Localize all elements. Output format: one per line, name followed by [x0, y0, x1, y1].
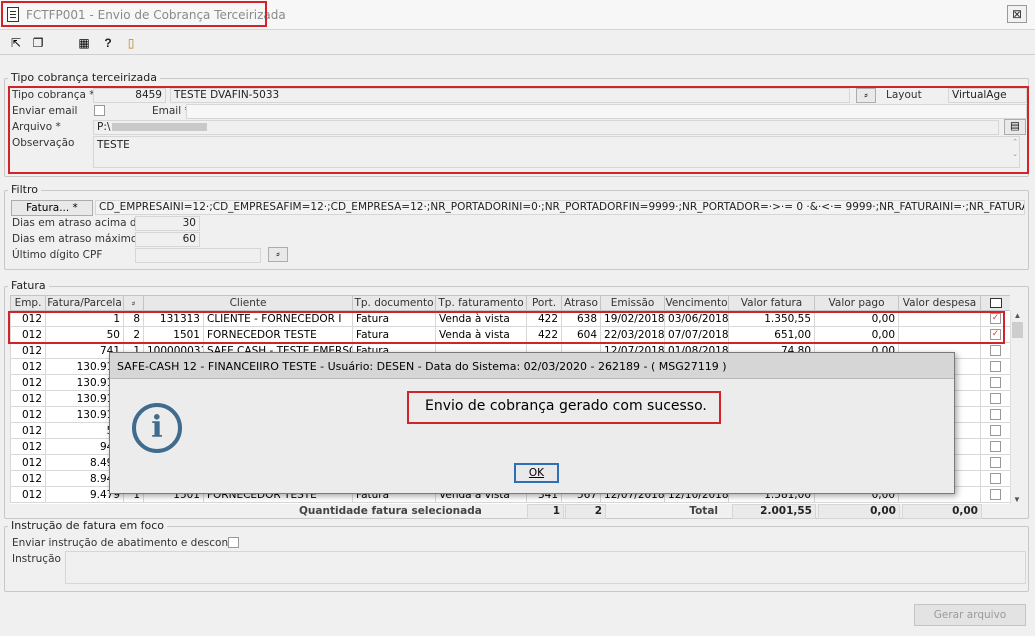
dias-max-field[interactable]: 60	[135, 232, 200, 247]
row-select-checkbox[interactable]	[980, 470, 1010, 487]
instrucao-label: Instrução	[12, 553, 61, 565]
table-cell: 012	[10, 422, 46, 439]
col-emp[interactable]: Emp.	[10, 295, 46, 311]
row-select-checkbox[interactable]	[980, 390, 1010, 407]
toolbar-divider	[0, 54, 1035, 55]
checkbox-icon[interactable]	[990, 393, 1002, 404]
dias-acima-field[interactable]: 30	[135, 216, 200, 231]
table-cell: 012	[10, 374, 46, 391]
col-atraso[interactable]: Atraso	[561, 295, 602, 311]
door-icon[interactable]: ▯	[123, 35, 139, 51]
total-label: Total	[689, 505, 718, 517]
qtd-label: Quantidade fatura selecionada	[299, 505, 482, 517]
checkbox-icon[interactable]	[990, 489, 1002, 500]
row-select-checkbox[interactable]	[980, 374, 1010, 391]
row-select-checkbox[interactable]	[980, 342, 1010, 359]
message-dialog: SAFE-CASH 12 - FINANCEIIRO TESTE - Usuár…	[109, 352, 955, 494]
col-emissao[interactable]: Emissão	[600, 295, 666, 311]
cpf-field[interactable]	[135, 248, 261, 263]
row-select-checkbox[interactable]	[980, 438, 1010, 455]
help-icon[interactable]: ?	[100, 35, 116, 51]
row-select-checkbox[interactable]	[980, 406, 1010, 423]
checkbox-icon[interactable]	[990, 409, 1002, 420]
grid-scrollbar[interactable]: ▲ ▼	[1010, 311, 1024, 504]
col-cliente[interactable]: Cliente	[142, 295, 354, 311]
dialog-title-bar: SAFE-CASH 12 - FINANCEIIRO TESTE - Usuár…	[110, 353, 954, 379]
row-select-checkbox[interactable]	[980, 454, 1010, 471]
calculator-icon[interactable]: ▦	[76, 35, 92, 51]
grid-header: Emp. Fatura/Parcela ⸗ Cliente Tp. docume…	[10, 295, 1010, 311]
close-button[interactable]: ⊠	[1007, 5, 1027, 23]
port-count: 1	[527, 504, 564, 519]
select-all-checkbox[interactable]	[980, 295, 1010, 311]
table-cell: 012	[10, 390, 46, 407]
atraso-count: 2	[565, 504, 606, 519]
checkbox-icon[interactable]	[990, 425, 1002, 436]
col-tp-documento[interactable]: Tp. documento	[352, 295, 437, 311]
col-sort-icon[interactable]: ⸗	[123, 295, 144, 311]
col-valor-pago[interactable]: Valor pago	[814, 295, 900, 311]
fatura-filter-field: CD_EMPRESAINI=12·;CD_EMPRESAFIM=12·;CD_E…	[95, 200, 1025, 215]
dias-acima-label: Dias em atraso acima de	[12, 217, 144, 229]
tipo-highlight	[8, 86, 1029, 174]
col-vencimento[interactable]: Vencimento	[664, 295, 730, 311]
table-cell: 012	[10, 358, 46, 375]
dias-max-label: Dias em atraso máximo	[12, 233, 138, 245]
table-cell: 012	[10, 486, 46, 503]
dialog-title: SAFE-CASH 12 - FINANCEIIRO TESTE - Usuár…	[117, 360, 727, 373]
table-cell: 012	[10, 438, 46, 455]
ok-button[interactable]: OK	[514, 463, 559, 483]
scroll-up-icon[interactable]: ▲	[1011, 311, 1024, 320]
abatimento-checkbox[interactable]	[228, 537, 239, 548]
col-fatura-parcela[interactable]: Fatura/Parcela	[45, 295, 124, 311]
cpf-lookup-button[interactable]: ⸗	[268, 247, 288, 262]
rows-highlight	[8, 311, 1005, 344]
col-valor-fatura[interactable]: Valor fatura	[728, 295, 816, 311]
filtro-legend: Filtro	[8, 183, 41, 196]
instrucao-legend: Instrução de fatura em foco	[8, 519, 168, 532]
dialog-message: Envio de cobrança gerado com sucesso.	[425, 398, 707, 414]
col-tp-faturamento[interactable]: Tp. faturamento	[435, 295, 528, 311]
title-highlight	[1, 1, 267, 27]
scroll-thumb[interactable]	[1012, 322, 1023, 338]
checkbox-icon[interactable]	[990, 441, 1002, 452]
table-cell: 012	[10, 342, 46, 359]
row-select-checkbox[interactable]	[980, 358, 1010, 375]
total-valor-fatura: 2.001,55	[732, 504, 816, 519]
abatimento-label: Enviar instrução de abatimento e descont…	[12, 537, 239, 549]
info-icon: i	[132, 403, 182, 453]
checkbox-icon[interactable]	[990, 377, 1002, 388]
row-select-checkbox[interactable]	[980, 486, 1010, 503]
total-valor-pago: 0,00	[818, 504, 900, 519]
col-valor-despesa[interactable]: Valor despesa	[898, 295, 982, 311]
checkbox-icon[interactable]	[990, 361, 1002, 372]
gerar-arquivo-button[interactable]: Gerar arquivo	[914, 604, 1026, 626]
scroll-down-icon[interactable]: ▼	[1011, 495, 1023, 504]
copy-icon[interactable]: ❐	[30, 35, 46, 51]
checkbox-icon[interactable]	[990, 457, 1002, 468]
table-cell: 012	[10, 406, 46, 423]
checkbox-icon[interactable]	[990, 473, 1002, 484]
exit-icon[interactable]: ⇱	[8, 35, 24, 51]
row-select-checkbox[interactable]	[980, 422, 1010, 439]
table-cell: 012	[10, 470, 46, 487]
total-valor-despesa: 0,00	[902, 504, 982, 519]
checkbox-icon[interactable]	[990, 345, 1002, 356]
tipo-legend: Tipo cobrança terceirizada	[8, 71, 160, 84]
fatura-button[interactable]: Fatura... *	[11, 200, 93, 216]
col-port[interactable]: Port.	[526, 295, 563, 311]
cpf-label: Último dígito CPF	[12, 249, 103, 261]
instrucao-field[interactable]	[65, 551, 1026, 584]
table-cell: 012	[10, 454, 46, 471]
fatura-legend: Fatura	[8, 279, 49, 292]
